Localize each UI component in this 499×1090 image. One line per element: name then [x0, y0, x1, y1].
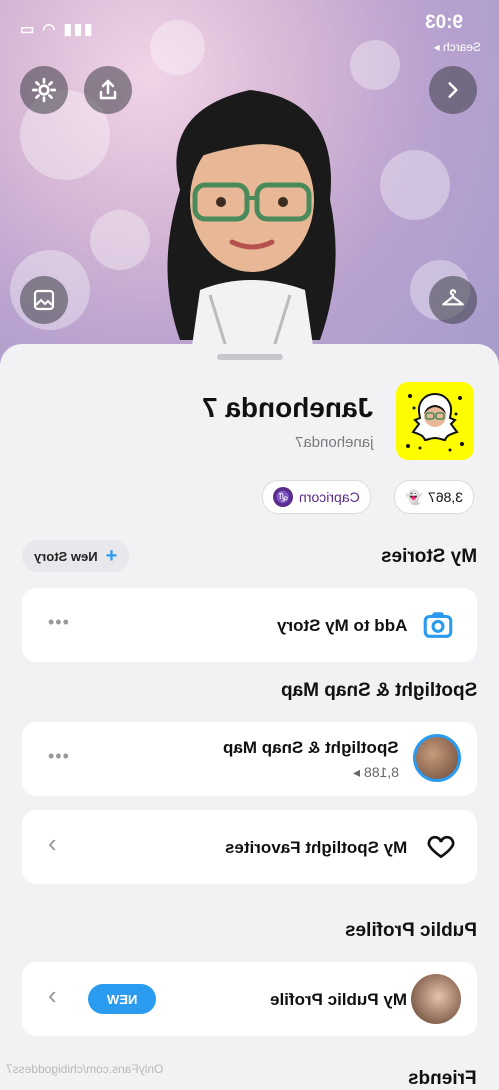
chevron-left-icon: ‹ — [48, 828, 57, 858]
spotlight-favorites-card[interactable]: ‹ My Spotlight Favorites — [22, 810, 477, 884]
sheet-grabber[interactable] — [217, 354, 283, 360]
zodiac-label: Capricorn — [299, 489, 360, 505]
bokeh-light — [380, 150, 450, 220]
snap-score-pill[interactable]: 👻 3,867 — [394, 480, 475, 514]
ghost-icon: 👻 — [405, 488, 423, 505]
share-upload-icon[interactable] — [84, 66, 132, 114]
capricorn-icon: ♑ — [273, 487, 293, 507]
bitmoji-avatar[interactable] — [140, 70, 360, 370]
profile-header-background: ▭ ◠ ▮▮▮ 9:03 ◂ Search — [0, 0, 499, 380]
section-title-public-profiles: Public Profiles — [345, 920, 477, 941]
favorites-label: My Spotlight Favorites — [224, 838, 407, 857]
add-to-story-card[interactable]: ••• Add to My Story — [22, 588, 477, 662]
status-time: 9:03 — [424, 12, 463, 33]
spotlight-item-label: Spotlight & Snap Map — [223, 738, 399, 757]
display-name: Janehonda 7 — [201, 392, 373, 423]
new-story-label: New Story — [34, 548, 98, 564]
spotlight-views: ◂ 8,188 — [353, 764, 399, 780]
hanger-outfit-icon[interactable] — [429, 276, 477, 324]
more-dots-icon[interactable]: ••• — [48, 612, 70, 633]
public-profile-label: My Public Profile — [270, 990, 407, 1009]
section-title-spotlight: Spotlight & Snap Map — [280, 680, 477, 701]
camera-icon — [421, 608, 455, 647]
add-to-story-label: Add to My Story — [276, 616, 407, 635]
spotlight-thumbnail — [413, 734, 461, 782]
username: janehonda7 — [294, 434, 373, 451]
chevron-left-icon: ‹ — [48, 980, 57, 1010]
new-badge: NEW — [88, 984, 156, 1014]
profile-sheet: Janehonda 7 janehonda7 👻 3,867 ♑ Caprico… — [0, 344, 499, 1089]
public-profile-avatar — [411, 974, 461, 1024]
watermark: OnlyFans.com/chibigoddess7 — [6, 1062, 164, 1076]
back-to-search[interactable]: ◂ Search — [434, 40, 481, 54]
more-dots-icon[interactable]: ••• — [48, 746, 70, 767]
section-title-friends: Friends — [408, 1068, 477, 1089]
zodiac-pill[interactable]: ♑ Capricorn — [262, 480, 371, 514]
background-image-icon[interactable] — [20, 276, 68, 324]
snapcode[interactable] — [396, 382, 474, 460]
heart-icon — [425, 830, 457, 867]
snap-score: 3,867 — [428, 489, 464, 505]
plus-icon: + — [105, 544, 118, 567]
new-story-button[interactable]: New Story + — [22, 540, 130, 572]
public-profile-card[interactable]: ‹ NEW My Public Profile — [22, 962, 477, 1036]
spotlight-snapmap-card[interactable]: ••• Spotlight & Snap Map ◂ 8,188 — [22, 722, 477, 796]
settings-gear-icon[interactable] — [20, 66, 68, 114]
chevron-right-icon[interactable] — [429, 66, 477, 114]
status-icons: ▭ ◠ ▮▮▮ — [20, 21, 95, 38]
section-title-stories: My Stories — [380, 546, 477, 567]
bokeh-light — [150, 20, 205, 75]
